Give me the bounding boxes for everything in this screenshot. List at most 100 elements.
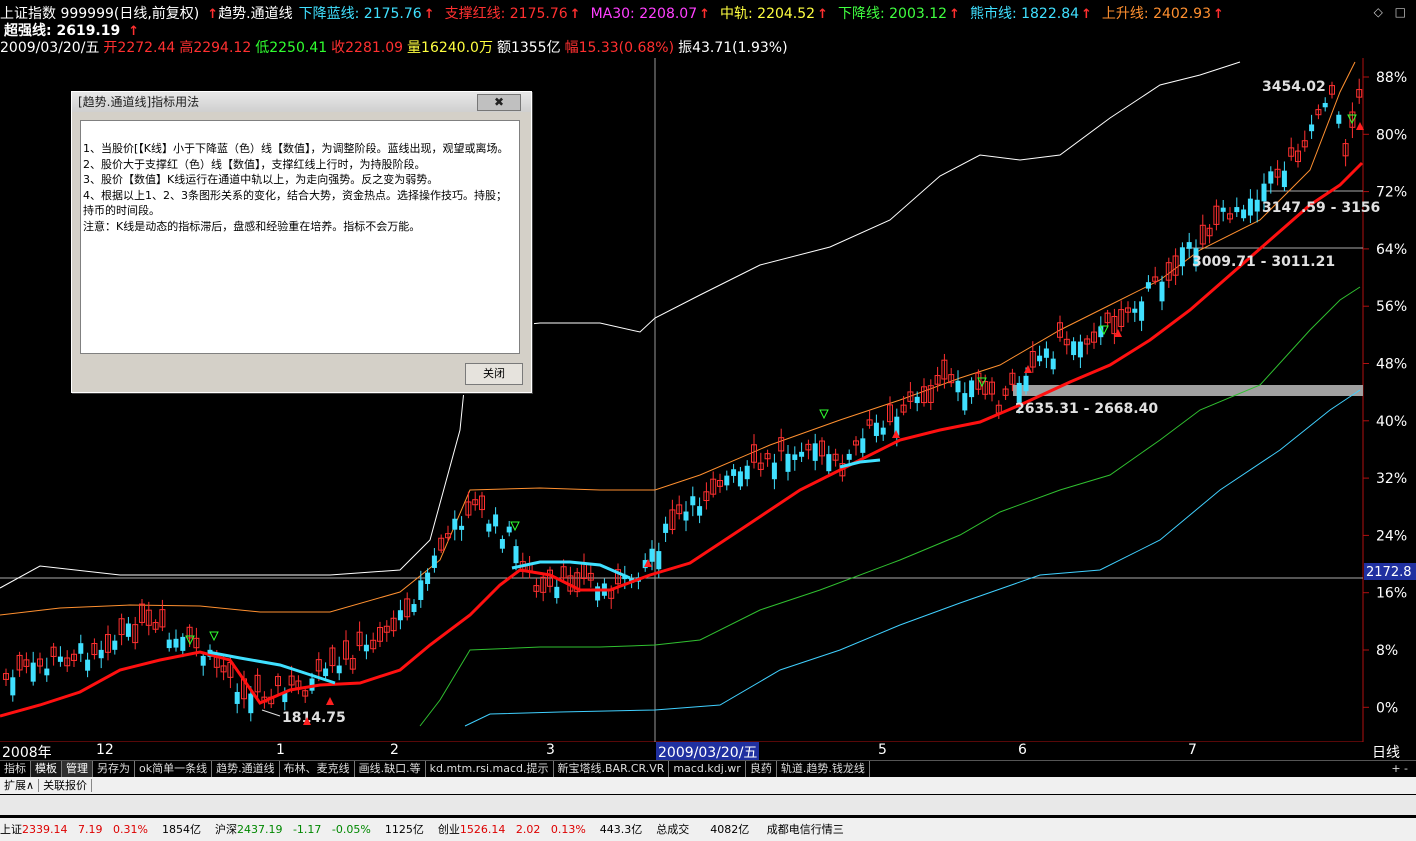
super-strong-line-label: 超强线: 2619.19 ↑ (4, 22, 145, 40)
candle-down (166, 639, 172, 649)
candle-down (506, 526, 512, 533)
candle-down (1322, 102, 1328, 108)
y-axis-label: 80% (1376, 127, 1407, 143)
candle-down (98, 649, 104, 659)
tab-7[interactable]: 画线.缺口.等 (355, 761, 426, 777)
ohlc-field: 额1355亿 (496, 40, 561, 56)
window-controls[interactable]: ◇ □ (1374, 5, 1410, 19)
tab-5[interactable]: 趋势.通道线 (212, 761, 280, 777)
ohlc-field: 2009/03/20/五 (0, 40, 100, 56)
y-axis-label: 32% (1376, 471, 1407, 487)
indicator-usage-dialog: [趋势.通道线]指标用法 ✖ 1、当股价[【K线】小于下降蓝（色）线【数值】，为… (71, 91, 532, 393)
dialog-body: 1、当股价[【K线】小于下降蓝（色）线【数值】，为调整阶段。蓝线出现，观望或离场… (80, 120, 520, 354)
candle-down (57, 656, 63, 662)
candle-down (1050, 358, 1056, 370)
tab-9[interactable]: 新宝塔线.BAR.CR.VR (554, 761, 670, 777)
index-change: 7.19 (78, 823, 103, 836)
tab-0[interactable]: 指标 (0, 761, 31, 777)
candle-down (411, 604, 417, 613)
horizontal-scrollbar[interactable] (0, 795, 1416, 815)
candle-down (44, 668, 50, 676)
y-axis-label: 56% (1376, 299, 1407, 315)
indicator-tab-bar: 指标 模板 管理 另存为 ok简单一条线 趋势.通道线 布林、麦克线 画线.缺口.等 kd.mt… (0, 760, 1416, 778)
close-button[interactable]: 关闭 (465, 363, 523, 385)
tab-8[interactable]: kd.mtm.rsi.macd.提示 (426, 761, 554, 777)
header-item: 支撑红线: 2175.76 (444, 6, 568, 22)
status-bar: 上证2339.14 7.19 0.31% 1854亿 沪深2437.19 -1.… (0, 818, 1416, 841)
candle-down (663, 523, 669, 533)
candle-down (595, 586, 601, 601)
candle-down (1268, 171, 1274, 184)
candle-down (425, 572, 431, 584)
index-value: 2437.19 (236, 823, 283, 836)
candle-down (78, 643, 84, 654)
candle-down (731, 469, 737, 476)
sell-arrow-icon (510, 521, 520, 532)
ohlc-field: 低2250.41 (255, 40, 328, 56)
candle-down (1023, 375, 1029, 392)
candle-down (1247, 198, 1253, 216)
candle-down (744, 465, 750, 480)
ohlc-field: 量16240.0万 (407, 40, 493, 56)
descending-blue-line (839, 458, 881, 469)
candle-down (697, 506, 703, 516)
tab-4[interactable]: ok简单一条线 (135, 761, 213, 777)
candle-down (1220, 207, 1226, 212)
y-axis-label: 8% (1376, 643, 1398, 659)
candle-down (656, 551, 662, 570)
dialog-title-bar[interactable]: [趋势.通道线]指标用法 ✖ (72, 92, 531, 112)
dialog-line: 注意：K线是动态的指标滞后，盘感和经验重在培养。指标不会万能。 (83, 219, 421, 233)
annotation-pointer (261, 709, 281, 717)
indicator-header: 上证指数 999999(日线,前复权) ↑趋势.通道线 下降蓝线: 2175.76 ↑… (0, 5, 1234, 23)
x-axis-label: 7 (1188, 742, 1197, 758)
dialog-line: 3、股价【数值】K线运行在通道中轨以上，为走向强势。反之变为弱势。 (83, 173, 439, 186)
header-item: 上升线: 2402.93 (1101, 6, 1211, 22)
expand-button[interactable]: 扩展∧ (0, 779, 40, 792)
candle-down (1254, 199, 1260, 212)
candle-down (85, 659, 91, 671)
tab-11[interactable]: 良药 (746, 761, 777, 777)
index-change: -1.17 (292, 823, 322, 836)
candle-down (846, 453, 852, 460)
tab-12[interactable]: 轨道.趋势.钱龙线 (777, 761, 870, 777)
y-axis-label: 0% (1376, 700, 1398, 716)
buy-arrow-icon (326, 697, 334, 705)
candle-down (683, 511, 689, 521)
price-annotation: 3009.71 - 3011.21 (1192, 254, 1335, 270)
candle-down (955, 380, 961, 393)
price-annotation: 3454.02 (1262, 79, 1326, 95)
price-annotation: 3147.59 - 3156 (1262, 200, 1380, 216)
price-marker-label: 2172.8 (1366, 565, 1412, 580)
close-icon[interactable]: ✖ (477, 94, 521, 111)
x-axis-label: 5 (878, 742, 887, 758)
index-amount: 1125亿 (384, 823, 424, 836)
tab-3[interactable]: 另存为 (93, 761, 135, 777)
dialog-title: [趋势.通道线]指标用法 (78, 95, 200, 109)
candle-down (962, 393, 968, 411)
dialog-line: 2、股价大于支撑红（色）线【数值】，支撑红线上行时，为持股阶段。 (83, 157, 426, 171)
dialog-line: 4、根据以上1、2、3条图形关系的变化，结合大势，资金热点。选择操作技巧。持股；… (83, 188, 507, 218)
candle-down (1234, 207, 1240, 213)
candle-down (10, 677, 16, 696)
tab-2[interactable]: 管理 (62, 761, 93, 777)
support-band (1013, 385, 1363, 396)
header-item: 下降蓝线: 2175.76 (298, 6, 422, 22)
y-axis-label: 64% (1376, 242, 1407, 258)
tab-6[interactable]: 布林、麦克线 (280, 761, 355, 777)
extension-bar: 扩展∧ 关联报价 (0, 777, 1416, 794)
candle-down (1261, 183, 1267, 202)
header-item: 熊市线: 1822.84 (969, 6, 1080, 22)
tab-1[interactable]: 模板 (31, 761, 62, 777)
related-quotes-button[interactable]: 关联报价 (39, 779, 93, 792)
candle-down (431, 555, 437, 568)
index-name: 上证 (0, 823, 22, 836)
tab-zoom-controls[interactable]: + - (1391, 761, 1408, 777)
candle-down (785, 453, 791, 472)
candle-down (1037, 355, 1043, 362)
tab-10[interactable]: macd.kdj.wr (669, 761, 746, 777)
candle-down (1179, 247, 1185, 267)
candle-down (234, 691, 240, 704)
x-axis-labels: 2008年 12 1 2 3 2009/03/20/五 5 6 7 日线 (0, 742, 1416, 762)
index-change: 2.02 (515, 823, 541, 836)
candle-down (724, 475, 730, 486)
